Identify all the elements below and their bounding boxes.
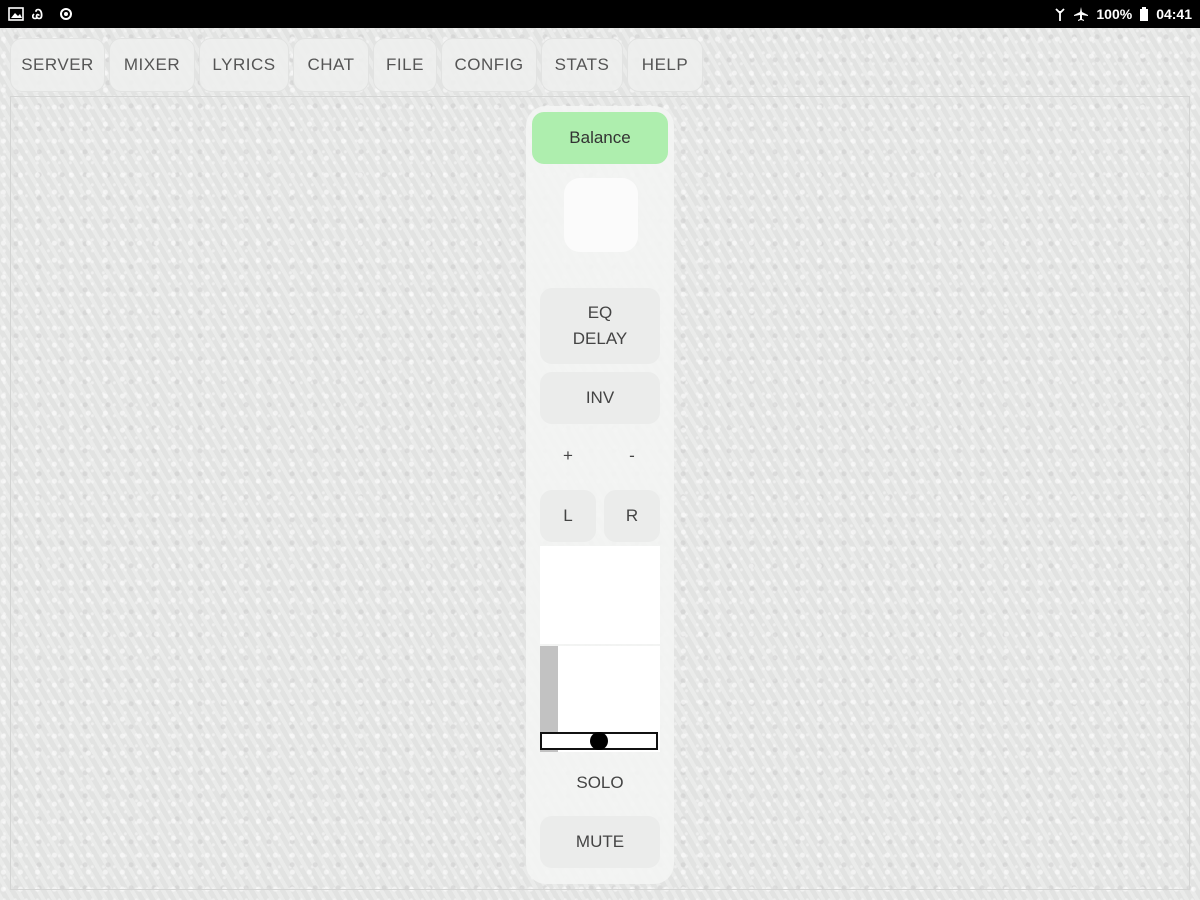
link-icon: Ꮚ (32, 7, 50, 21)
status-bar-left: Ꮚ (8, 6, 74, 22)
tab-config[interactable]: CONFIG (441, 38, 537, 92)
mute-button[interactable]: MUTE (540, 816, 660, 868)
tab-lyrics[interactable]: LYRICS (199, 38, 289, 92)
balance-slider[interactable] (540, 732, 658, 750)
tab-stats[interactable]: STATS (541, 38, 623, 92)
right-button[interactable]: R (604, 490, 660, 542)
image-icon (8, 7, 24, 21)
status-bar-right: 100% 04:41 (1054, 6, 1192, 22)
fader-area[interactable] (540, 646, 660, 752)
minus-button[interactable]: - (604, 432, 660, 480)
invert-button[interactable]: INV (540, 372, 660, 424)
tab-file[interactable]: FILE (373, 38, 437, 92)
channel-icon-slot[interactable] (564, 178, 638, 252)
status-bar: Ꮚ 100% 04:41 (0, 0, 1200, 28)
eq-delay-button[interactable]: EQ DELAY (540, 288, 660, 364)
tab-chat[interactable]: CHAT (293, 38, 369, 92)
plus-button[interactable]: + (540, 432, 596, 480)
slider-knob[interactable] (590, 732, 608, 750)
svg-text:Ꮚ: Ꮚ (32, 8, 43, 21)
pan-display[interactable] (540, 546, 660, 644)
solo-button[interactable]: SOLO (540, 758, 660, 808)
tab-bar: SERVER MIXER LYRICS CHAT FILE CONFIG STA… (10, 38, 703, 94)
settings-icon (58, 6, 74, 22)
tab-mixer[interactable]: MIXER (109, 38, 195, 92)
tab-help[interactable]: HELP (627, 38, 703, 92)
clock: 04:41 (1156, 6, 1192, 22)
battery-icon (1140, 7, 1149, 21)
tab-server[interactable]: SERVER (10, 38, 105, 92)
channel-strip: Balance EQ DELAY INV + - L R SOLO MUTE (526, 106, 674, 884)
eq-label: EQ (587, 303, 613, 322)
left-button[interactable]: L (540, 490, 596, 542)
battery-text: 100% (1096, 6, 1133, 22)
airplane-icon (1074, 7, 1089, 21)
signal-icon (1054, 7, 1066, 21)
channel-name-button[interactable]: Balance (532, 112, 668, 164)
delay-label: DELAY (572, 329, 628, 348)
